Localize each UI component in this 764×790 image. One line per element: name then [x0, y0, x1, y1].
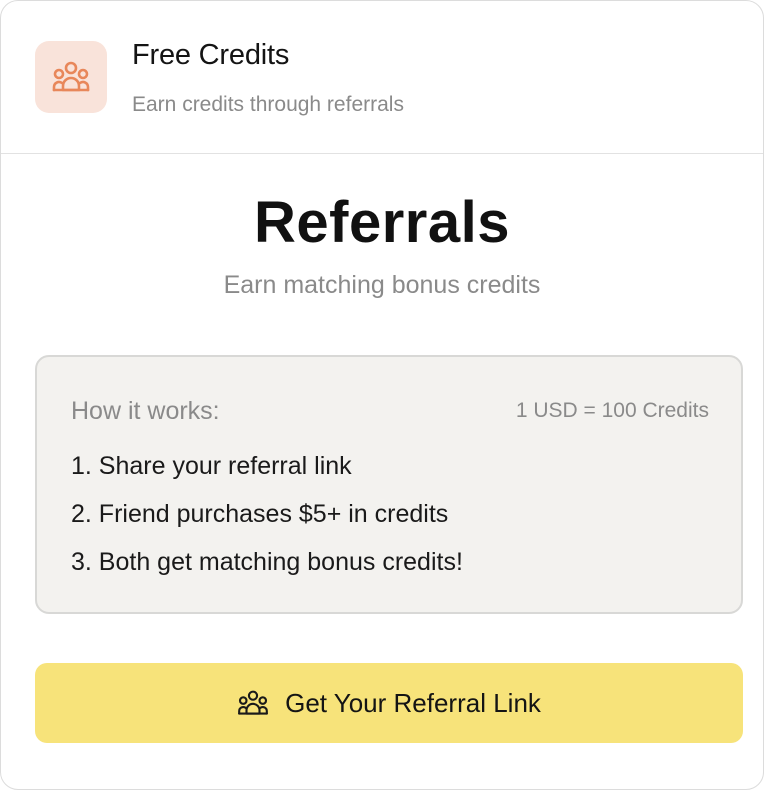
how-it-works-panel: How it works: 1 USD = 100 Credits 1. Sha…	[35, 355, 743, 614]
cta-label: Get Your Referral Link	[285, 687, 541, 718]
get-referral-link-button[interactable]: Get Your Referral Link	[35, 663, 743, 743]
steps-list: 1. Share your referral link 2. Friend pu…	[71, 451, 463, 595]
page-title: Referrals	[254, 190, 510, 255]
header-subtitle: Earn credits through referrals	[132, 93, 404, 116]
step-item: 2. Friend purchases $5+ in credits	[71, 500, 449, 528]
how-it-works-title: How it works:	[71, 397, 220, 425]
step-item: 3. Both get matching bonus credits!	[71, 548, 463, 576]
page-subtitle: Earn matching bonus credits	[223, 271, 541, 299]
card-header: Free Credits Earn credits through referr…	[1, 1, 763, 154]
step-item: 1. Share your referral link	[71, 452, 352, 480]
free-credits-card: Free Credits Earn credits through referr…	[0, 0, 764, 790]
users-group-icon	[35, 41, 107, 113]
users-group-icon	[237, 690, 269, 716]
conversion-rate: 1 USD = 100 Credits	[515, 399, 709, 422]
header-title: Free Credits	[132, 39, 290, 71]
